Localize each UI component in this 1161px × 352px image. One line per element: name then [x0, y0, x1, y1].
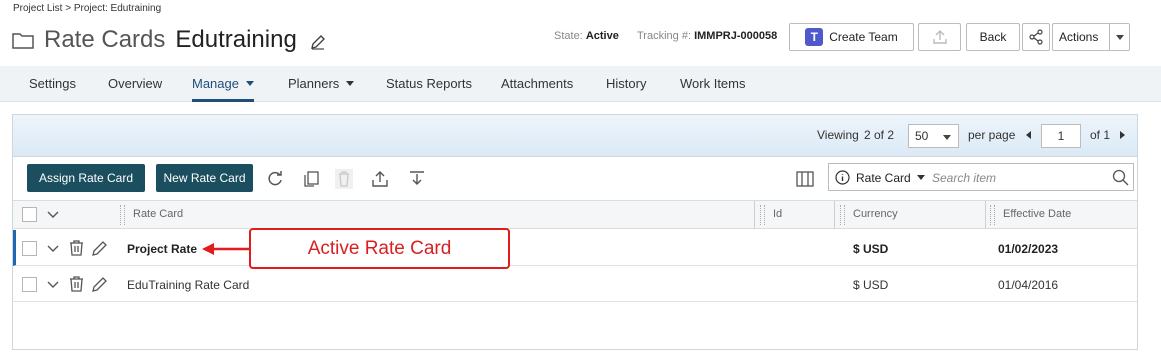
search-box[interactable]: Rate Card Search item	[828, 163, 1134, 191]
tracking-label: Tracking #:	[637, 30, 692, 42]
assign-rate-card-button[interactable]: Assign Rate Card	[27, 164, 145, 192]
chevron-down-icon[interactable]	[47, 245, 59, 253]
column-header-effective-date[interactable]: Effective Date	[1003, 208, 1071, 220]
new-rate-card-button[interactable]: New Rate Card	[156, 164, 253, 192]
select-all-checkbox[interactable]	[22, 207, 37, 222]
upload-icon	[932, 30, 947, 44]
currency-value: $ USD	[853, 242, 889, 256]
column-resize-handle[interactable]	[990, 205, 995, 225]
tab-settings[interactable]: Settings	[29, 66, 76, 102]
row-checkbox[interactable]	[22, 277, 37, 292]
share-icon	[1029, 29, 1043, 45]
back-button[interactable]: Back	[966, 23, 1020, 51]
trash-icon[interactable]	[68, 239, 85, 257]
page-number-input[interactable]: 1	[1041, 124, 1081, 148]
effective-date-value: 01/04/2016	[998, 278, 1059, 292]
rate-card-name[interactable]: Project Rate	[127, 242, 197, 256]
create-team-label: Create Team	[829, 30, 898, 44]
export-button[interactable]	[918, 23, 961, 51]
column-resize-handle[interactable]	[760, 205, 765, 225]
tab-manage-label: Manage	[192, 76, 239, 91]
table-row[interactable]: EduTraining Rate Card $ USD 01/04/2016	[13, 266, 1137, 302]
tab-planners[interactable]: Planners	[288, 66, 355, 102]
callout-arrow-icon	[202, 243, 250, 255]
annotation-callout: Active Rate Card	[249, 228, 510, 269]
pencil-icon[interactable]	[91, 239, 108, 257]
column-divider	[834, 201, 835, 229]
upload-icon[interactable]	[370, 169, 390, 189]
chevron-down-icon[interactable]	[47, 211, 59, 219]
pencil-icon[interactable]	[309, 33, 327, 51]
chevron-down-icon[interactable]	[1116, 35, 1124, 40]
actions-label: Actions	[1059, 30, 1099, 44]
page-title-name: Edutraining	[175, 26, 297, 53]
page-title-prefix: Rate Cards	[44, 26, 166, 53]
column-divider	[985, 201, 986, 229]
teams-icon: T	[805, 28, 824, 46]
rate-card-panel: Viewing 2 of 2 50 per page 1 of 1 Assign…	[12, 114, 1138, 350]
pencil-icon[interactable]	[91, 275, 108, 293]
page-total: of 1	[1090, 128, 1111, 142]
search-field-select[interactable]: Rate Card	[856, 171, 911, 185]
chevron-down-icon[interactable]	[47, 281, 59, 289]
share-button[interactable]	[1022, 23, 1050, 51]
viewing-label: Viewing	[817, 128, 859, 142]
per-page-select[interactable]: 50	[908, 124, 959, 148]
refresh-icon[interactable]	[265, 169, 285, 189]
page-title: Rate Cards Edutraining	[12, 26, 327, 54]
rate-card-name[interactable]: EduTraining Rate Card	[127, 278, 249, 292]
breadcrumb[interactable]: Project List > Project: Edutraining	[13, 3, 161, 14]
tracking-info: Tracking #: IMMPRJ-000058	[637, 30, 777, 42]
info-icon[interactable]	[835, 170, 850, 185]
state-label: State:	[554, 30, 583, 42]
column-chooser-icon[interactable]	[795, 169, 815, 189]
actions-divider	[1109, 24, 1110, 50]
download-icon[interactable]	[407, 169, 427, 189]
prev-page-icon[interactable]	[1026, 131, 1031, 139]
tab-status-reports[interactable]: Status Reports	[386, 66, 472, 102]
state-value: Active	[585, 30, 619, 42]
currency-value: $ USD	[853, 278, 889, 292]
search-input[interactable]: Search item	[932, 171, 996, 185]
next-page-icon[interactable]	[1120, 131, 1125, 139]
effective-date-value: 01/02/2023	[998, 242, 1059, 256]
per-page-label: per page	[968, 128, 1016, 142]
tab-attachments[interactable]: Attachments	[501, 66, 573, 102]
column-header-rate-card[interactable]: Rate Card	[133, 208, 183, 220]
column-resize-handle[interactable]	[120, 205, 125, 225]
tab-planners-label: Planners	[288, 76, 340, 91]
chevron-down-icon	[943, 135, 951, 140]
caret-down-icon	[346, 81, 355, 86]
tab-work-items[interactable]: Work Items	[680, 66, 746, 102]
column-resize-handle[interactable]	[840, 205, 845, 225]
column-header-id[interactable]: Id	[773, 208, 782, 220]
folder-icon	[12, 33, 34, 49]
pager-bar: Viewing 2 of 2 50 per page 1 of 1	[13, 115, 1137, 157]
caret-down-icon	[245, 81, 254, 86]
tab-history[interactable]: History	[606, 66, 646, 102]
column-divider	[754, 201, 755, 229]
table-header: Rate Card Id Currency Effective Date	[13, 200, 1137, 229]
table-row[interactable]: Project Rate $ USD 01/02/2023	[13, 230, 1137, 266]
tab-bar: Settings Overview Manage Planners Status…	[0, 66, 1161, 102]
chevron-down-icon[interactable]	[917, 175, 925, 180]
create-team-button[interactable]: T Create Team	[789, 23, 914, 51]
search-icon[interactable]	[1112, 169, 1129, 186]
trash-icon[interactable]	[334, 169, 354, 189]
tracking-value: IMMPRJ-000058	[694, 30, 778, 42]
tab-overview[interactable]: Overview	[108, 66, 162, 102]
copy-icon[interactable]	[301, 169, 321, 189]
trash-icon[interactable]	[68, 275, 85, 293]
column-header-currency[interactable]: Currency	[853, 208, 898, 220]
tab-manage[interactable]: Manage	[192, 66, 254, 102]
state-info: State: Active	[554, 30, 619, 42]
viewing-value: 2 of 2	[864, 128, 895, 142]
row-checkbox[interactable]	[22, 241, 37, 256]
actions-dropdown[interactable]: Actions	[1052, 23, 1130, 51]
per-page-value: 50	[915, 129, 929, 143]
